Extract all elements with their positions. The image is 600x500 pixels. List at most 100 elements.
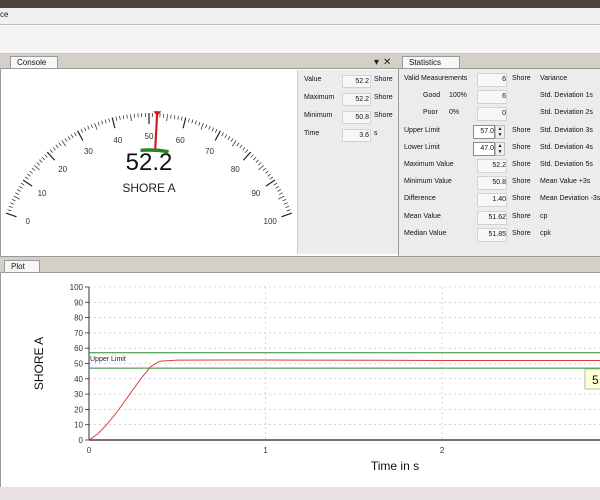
gauge-tick (94, 122, 98, 130)
gauge-tick (191, 119, 194, 124)
gauge-tick (258, 162, 262, 166)
console-controls: ▾ ✕ (370, 57, 391, 68)
gauge-tick (55, 144, 59, 149)
gauge-scale-label: 70 (205, 147, 214, 156)
stat-right-label: Std. Deviation 3s (540, 126, 593, 134)
gauge-scale-label: 10 (38, 189, 47, 198)
spinner-icon[interactable]: ▲ ▼ (495, 124, 505, 139)
gauge-tick (64, 138, 68, 142)
gauge-tick (230, 138, 234, 142)
stat-label: Upper Limit (404, 126, 440, 134)
gauge-tick (8, 205, 13, 208)
limit-input[interactable]: 57.0 (473, 124, 495, 139)
stat-value: 52.2 (477, 159, 507, 173)
stat-row: Median Value 51.85 Shore cpk (399, 227, 600, 242)
gauge-tick (34, 165, 40, 171)
gauge-tick (36, 162, 40, 166)
gauge-tick (7, 209, 12, 212)
gauge-scale-label: 30 (84, 147, 93, 156)
gauge-scale-label: 100 (264, 217, 278, 226)
stat-value: 50.8 (477, 176, 507, 191)
gauge-tick (13, 195, 20, 200)
stat-label: Poor (423, 109, 438, 117)
readout-time: Time 3.6 s (302, 129, 398, 142)
y-tick-label: 10 (74, 421, 83, 430)
gauge-tick (104, 119, 107, 124)
plot-svg: 0 10 20 30 40 50 60 70 80 90 100 0 1 2 Upper Limit Time… (32, 283, 600, 473)
readout-maximum: Maximum 52.2 Shore (302, 93, 398, 106)
stat-label: Median Value (404, 229, 447, 237)
y-tick-label: 0 (79, 436, 84, 445)
gauge-tick (119, 115, 121, 120)
gauge-tick (242, 151, 252, 161)
gauge-scale-label: 90 (251, 189, 260, 198)
stat-value: 51.62 (477, 210, 507, 225)
gauge-tick (27, 173, 31, 177)
spinner-icon[interactable]: ▲ ▼ (495, 141, 505, 156)
stat-value: 51.85 (477, 227, 507, 242)
stat-row: Upper Limit 57.0 ▲ ▼ Shore Std. Deviation 3s (399, 124, 600, 139)
gauge-tick (253, 156, 257, 161)
gauge-scale-label: 50 (145, 132, 154, 141)
gauge-tick (49, 149, 53, 153)
gauge-tick (122, 115, 125, 120)
y-tick-label: 100 (70, 283, 84, 292)
gauge-tick (285, 205, 290, 208)
gauge-tick (198, 121, 201, 126)
stat-label: Maximum Value (404, 161, 454, 168)
gauge-scale-label: 80 (231, 165, 240, 174)
toolbar-area (0, 25, 600, 54)
y-tick-label: 80 (74, 314, 83, 323)
value-tooltip-text: 5 (592, 373, 599, 387)
close-icon[interactable]: ✕ (383, 57, 391, 68)
gauge-tick (182, 117, 187, 129)
stat-unit: Shore (512, 178, 531, 186)
gauge-tick (77, 130, 84, 141)
stat-percent: 0% (449, 109, 460, 117)
x-tick-label: 2 (440, 446, 445, 455)
gauge-tick (255, 159, 259, 163)
y-tick-label: 50 (74, 360, 83, 369)
stat-right-label: Std. Deviation 2s (540, 109, 593, 117)
gauge-tick (170, 114, 172, 119)
gauge-tick (20, 182, 25, 186)
y-tick-label: 20 (74, 405, 83, 414)
gauge-tick (101, 120, 104, 125)
gauge-tick (245, 149, 249, 153)
gauge-tick (224, 134, 228, 139)
gauge-tick (275, 185, 280, 189)
readouts-panel: Value 52.2 Shore Maximum 52.2 Shore Mini… (297, 70, 398, 254)
stat-right-label: Mean Deviation -3s (540, 195, 600, 203)
limit-input[interactable]: 47.0 (473, 141, 495, 156)
stat-row: Maximum Value 52.2 Shore Std. Deviation 5s (399, 159, 600, 173)
top-window-edge (0, 0, 600, 8)
gauge-tick (281, 212, 293, 218)
stat-unit: Shore (512, 212, 531, 220)
stat-label: Minimum Value (404, 178, 452, 186)
gauge-tick (115, 116, 118, 121)
gauge-tick (194, 120, 197, 125)
gauge-tick (286, 209, 291, 212)
gauge-tick (11, 199, 16, 202)
y-tick-label: 60 (74, 344, 83, 353)
gauge-tick (273, 182, 278, 186)
gauge-tick (180, 116, 183, 121)
y-tick-label: 30 (74, 390, 83, 399)
x-axis-label: Time in s (371, 459, 419, 473)
gauge-tick (205, 124, 208, 129)
gauge-value: 52.2 (126, 149, 173, 176)
gauge-scale-label: 60 (176, 136, 185, 145)
stat-label: Valid Measurements (404, 75, 468, 82)
gauge-tick (83, 127, 87, 132)
readout-value: Value 52.2 Shore (302, 75, 398, 88)
y-tick-label: 40 (74, 375, 83, 384)
gauge-tick (52, 146, 56, 151)
gauge-tick (10, 202, 15, 205)
stat-unit: Shore (512, 161, 531, 168)
gauge-tick (31, 167, 36, 171)
x-tick-label: 0 (87, 446, 92, 455)
gauge-tick (24, 176, 29, 180)
dropdown-icon[interactable]: ▾ (374, 57, 379, 68)
gauge-tick (70, 134, 74, 139)
gauge-tick (258, 165, 264, 171)
